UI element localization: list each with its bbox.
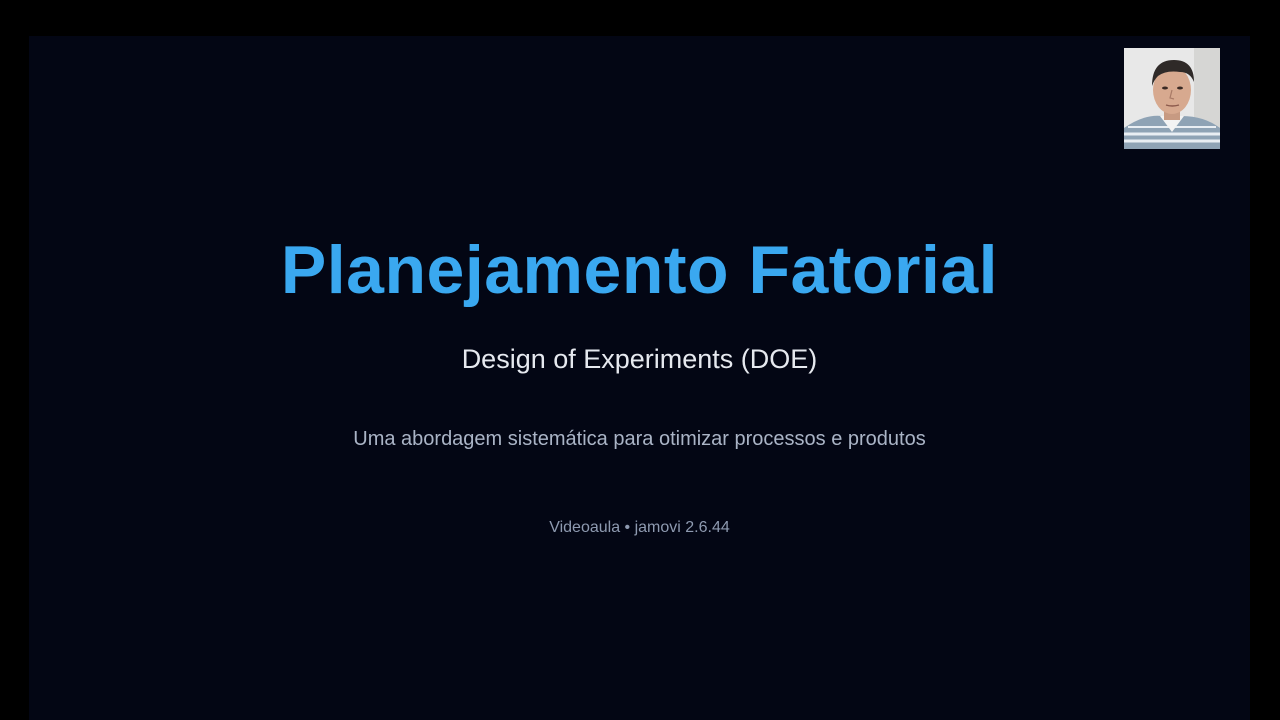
- video-frame: Planejamento Fatorial Design of Experime…: [0, 0, 1280, 720]
- slide-tagline: Uma abordagem sistemática para otimizar …: [353, 428, 926, 450]
- slide-subtitle: Design of Experiments (DOE): [461, 344, 818, 374]
- presenter-image: [1124, 48, 1220, 149]
- presenter-webcam: [1124, 48, 1220, 149]
- slide-footer: Videoaula • jamovi 2.6.44: [549, 519, 730, 536]
- slide-title: Planejamento Fatorial: [280, 232, 999, 308]
- presentation-slide: Planejamento Fatorial Design of Experime…: [29, 36, 1250, 720]
